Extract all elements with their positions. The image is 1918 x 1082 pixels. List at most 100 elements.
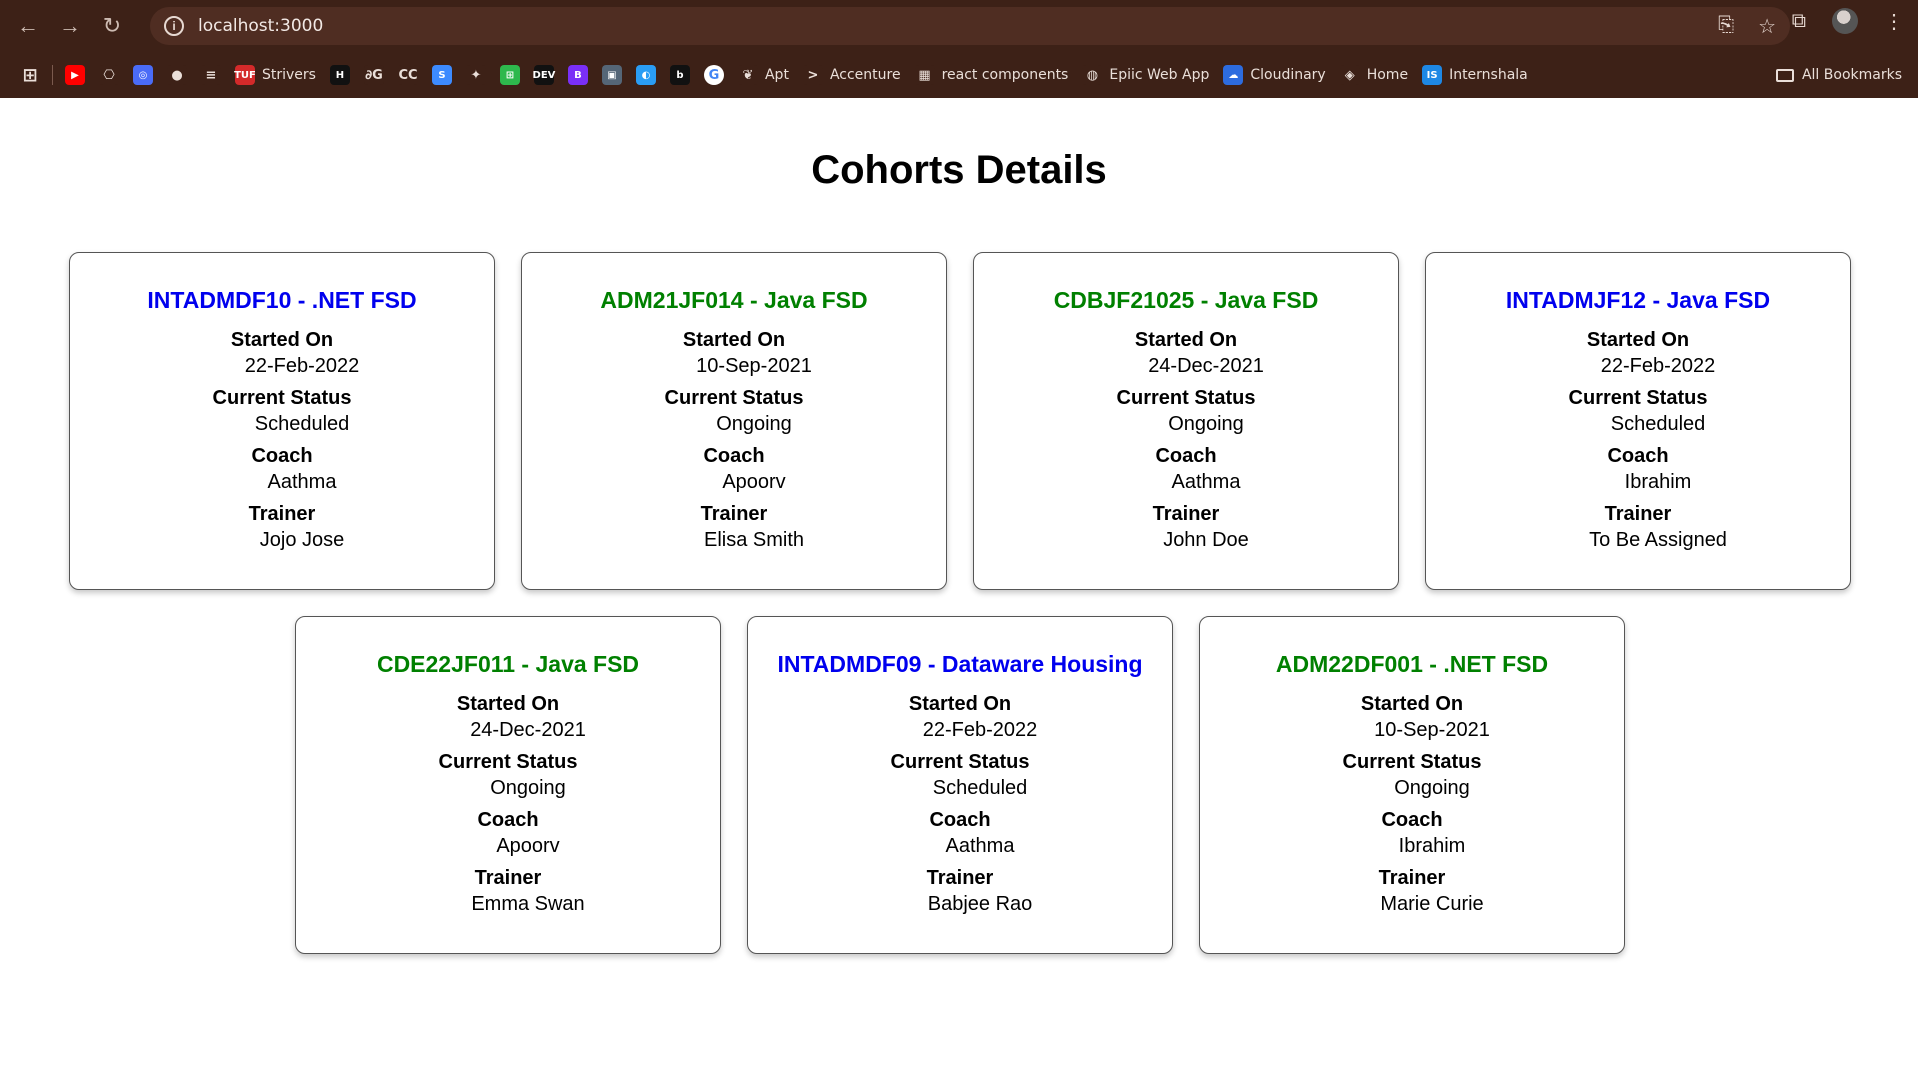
green-app-icon: ⊞ xyxy=(499,65,520,85)
started-on-label: Started On xyxy=(456,693,560,715)
trainer-label: Trainer xyxy=(926,867,994,889)
bookmark-item[interactable]: H xyxy=(329,65,350,85)
current-status-label: Current Status xyxy=(890,751,1030,773)
current-status-value: Scheduled xyxy=(254,413,350,435)
apt-icon: ❦ xyxy=(737,65,758,85)
install-app-icon[interactable]: ⎘ xyxy=(1718,14,1734,39)
started-on-value: 22-Feb-2022 xyxy=(922,719,1038,741)
bookmark-item[interactable]: G xyxy=(703,65,724,85)
browser-menu-icon[interactable]: ⋮ xyxy=(1884,9,1904,34)
image-icon: ▣ xyxy=(601,65,622,85)
started-on-value: 10-Sep-2021 xyxy=(1374,719,1490,741)
bookmark-star-icon[interactable]: ☆ xyxy=(1758,14,1776,39)
coach-value: Ibrahim xyxy=(1624,471,1692,493)
all-bookmarks-folder[interactable]: All Bookmarks xyxy=(1775,67,1902,83)
bookmark-item[interactable]: ● xyxy=(167,65,187,85)
trainer-label: Trainer xyxy=(700,503,768,525)
bootstrap-icon: B xyxy=(567,65,588,85)
cohort-card-grid: INTADMDF10 - .NET FSD Started On 22-Feb-… xyxy=(68,252,1852,954)
coach-label: Coach xyxy=(251,445,313,467)
address-bar[interactable]: i localhost:3000 ⎘ ☆ xyxy=(150,7,1790,45)
current-status-value: Scheduled xyxy=(1610,413,1706,435)
current-status-label: Current Status xyxy=(212,387,352,409)
trainer-field: Trainer Babjee Rao xyxy=(748,866,1172,917)
bookmark-item[interactable]: ⎔ xyxy=(99,65,119,85)
cohort-title: CDE22JF011 - Java FSD xyxy=(376,651,640,677)
bookmark-item[interactable]: > Accenture xyxy=(802,65,901,85)
bookmark-item[interactable]: ▦ react components xyxy=(914,65,1069,85)
trainer-value: Babjee Rao xyxy=(927,893,1033,915)
started-on-label: Started On xyxy=(908,693,1012,715)
geeksforgeeks-icon: ∂G xyxy=(363,65,384,85)
started-on-field: Started On 10-Sep-2021 xyxy=(1200,692,1624,743)
trainer-label: Trainer xyxy=(1378,867,1446,889)
bookmark-item[interactable]: ≡ xyxy=(201,65,221,85)
coach-value: Aathma xyxy=(1171,471,1241,493)
openai-icon: ⎔ xyxy=(99,65,119,85)
cohort-card: INTADMDF09 - Dataware Housing Started On… xyxy=(747,616,1173,954)
current-status-field: Current Status Scheduled xyxy=(748,750,1172,801)
current-status-field: Current Status Ongoing xyxy=(522,386,946,437)
bookmark-item[interactable]: ◍ Epiic Web App xyxy=(1082,65,1209,85)
bookmark-item[interactable]: CC xyxy=(397,65,418,85)
back-arrow-icon[interactable]: ← xyxy=(10,8,46,44)
trainer-label: Trainer xyxy=(474,867,542,889)
bookmark-label: Accenture xyxy=(829,67,901,83)
page-content: Cohorts Details INTADMDF10 - .NET FSD St… xyxy=(0,98,1918,1082)
apps-grid-icon[interactable]: ⊞ xyxy=(20,65,40,86)
bookmark-item[interactable]: ◎ xyxy=(133,65,153,85)
bookmarks-separator xyxy=(52,65,53,85)
bookmark-item[interactable]: IS Internshala xyxy=(1422,65,1528,85)
github-icon: ● xyxy=(167,65,187,85)
bookmark-item[interactable]: S xyxy=(431,65,452,85)
address-bar-url[interactable]: localhost:3000 xyxy=(198,16,323,36)
b-black-icon: b xyxy=(669,65,690,85)
bookmark-label: Cloudinary xyxy=(1250,67,1326,83)
forward-arrow-icon[interactable]: → xyxy=(52,8,88,44)
site-info-icon[interactable]: i xyxy=(164,16,184,36)
started-on-label: Started On xyxy=(230,329,334,351)
started-on-field: Started On 24-Dec-2021 xyxy=(296,692,720,743)
bookmark-item[interactable]: B xyxy=(567,65,588,85)
bookmark-label: Internshala xyxy=(1449,67,1528,83)
profile-avatar[interactable] xyxy=(1832,8,1858,34)
bookmark-label: react components xyxy=(941,67,1069,83)
cohort-title: INTADMDF09 - Dataware Housing xyxy=(777,651,1143,677)
bookmark-item[interactable]: ▣ xyxy=(601,65,622,85)
started-on-value: 24-Dec-2021 xyxy=(1148,355,1264,377)
bookmark-item[interactable]: b xyxy=(669,65,690,85)
current-status-value: Ongoing xyxy=(1168,413,1244,435)
bookmark-item[interactable]: ⊞ xyxy=(499,65,520,85)
bookmark-item[interactable]: ☁ Cloudinary xyxy=(1223,65,1326,85)
page-title: Cohorts Details xyxy=(811,148,1107,192)
coach-label: Coach xyxy=(477,809,539,831)
trainer-field: Trainer John Doe xyxy=(974,502,1398,553)
bookmark-item[interactable]: ✦ xyxy=(465,65,486,85)
bookmark-item[interactable]: ∂G xyxy=(363,65,384,85)
bookmark-item[interactable]: ▶ xyxy=(65,65,85,85)
trainer-value: Elisa Smith xyxy=(703,529,805,551)
coach-label: Coach xyxy=(1607,445,1669,467)
extensions-puzzle-icon[interactable]: ⧉ xyxy=(1792,10,1806,33)
bookmark-item[interactable]: ◈ Home xyxy=(1339,65,1408,85)
reload-icon[interactable]: ↻ xyxy=(94,8,130,44)
current-status-label: Current Status xyxy=(438,751,578,773)
current-status-field: Current Status Ongoing xyxy=(296,750,720,801)
trainer-field: Trainer To Be Assigned xyxy=(1426,502,1850,553)
coach-field: Coach Ibrahim xyxy=(1426,444,1850,495)
bookmark-item[interactable]: TUF Strivers xyxy=(234,65,316,85)
swiggy-icon: S xyxy=(431,65,452,85)
cloudinary-icon: ☁ xyxy=(1223,65,1244,85)
cohort-title: INTADMJF12 - Java FSD xyxy=(1505,287,1771,313)
bookmark-item[interactable]: DEV xyxy=(533,65,555,85)
codechef-icon: CC xyxy=(397,65,418,85)
current-status-value: Ongoing xyxy=(1394,777,1470,799)
bookmark-item[interactable]: ◐ xyxy=(635,65,656,85)
coach-value: Apoorv xyxy=(496,835,560,857)
trainer-field: Trainer Marie Curie xyxy=(1200,866,1624,917)
trainer-label: Trainer xyxy=(1152,503,1220,525)
coach-field: Coach Aathma xyxy=(748,808,1172,859)
bookmark-item[interactable]: ❦ Apt xyxy=(737,65,789,85)
current-status-value: Ongoing xyxy=(490,777,566,799)
bookmark-label: Strivers xyxy=(262,67,316,83)
